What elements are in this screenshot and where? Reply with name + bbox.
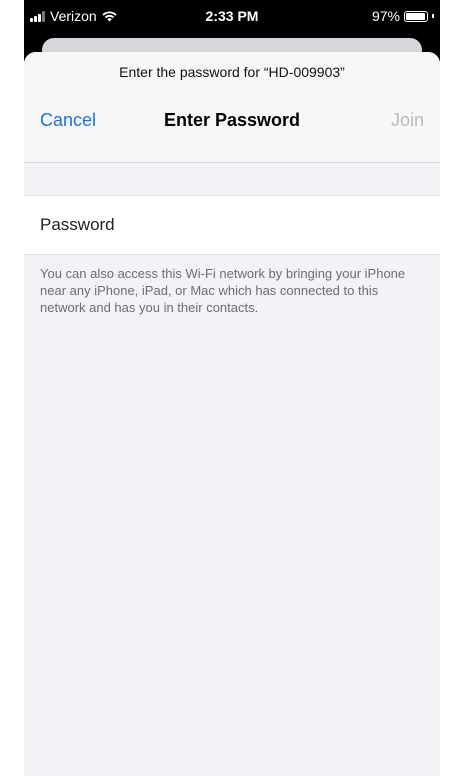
device-screen: Verizon 2:33 PM 97% Enter the password f… (24, 0, 440, 776)
join-button[interactable]: Join (391, 110, 424, 131)
battery-fill (406, 12, 425, 20)
password-sheet: Enter the password for “HD-009903” Cance… (24, 52, 440, 776)
battery-icon (404, 10, 428, 22)
wifi-sharing-note: You can also access this Wi-Fi network b… (40, 266, 406, 315)
page-title: Enter Password (163, 110, 301, 130)
phone-frame: Verizon 2:33 PM 97% Enter the password f… (0, 0, 464, 776)
section-gap (24, 163, 440, 195)
nav-bar: Cancel Enter Password Join (24, 110, 440, 134)
battery-cap (432, 14, 434, 18)
status-right: 97% (372, 8, 434, 24)
status-bar: Verizon 2:33 PM 97% (24, 0, 440, 32)
password-row (24, 195, 440, 255)
battery-percent: 97% (371, 8, 400, 24)
sheet-header: Enter the password for “HD-009903” Cance… (24, 52, 440, 163)
password-field[interactable] (40, 196, 420, 254)
network-prompt: Enter the password for “HD-009903” (119, 64, 345, 80)
